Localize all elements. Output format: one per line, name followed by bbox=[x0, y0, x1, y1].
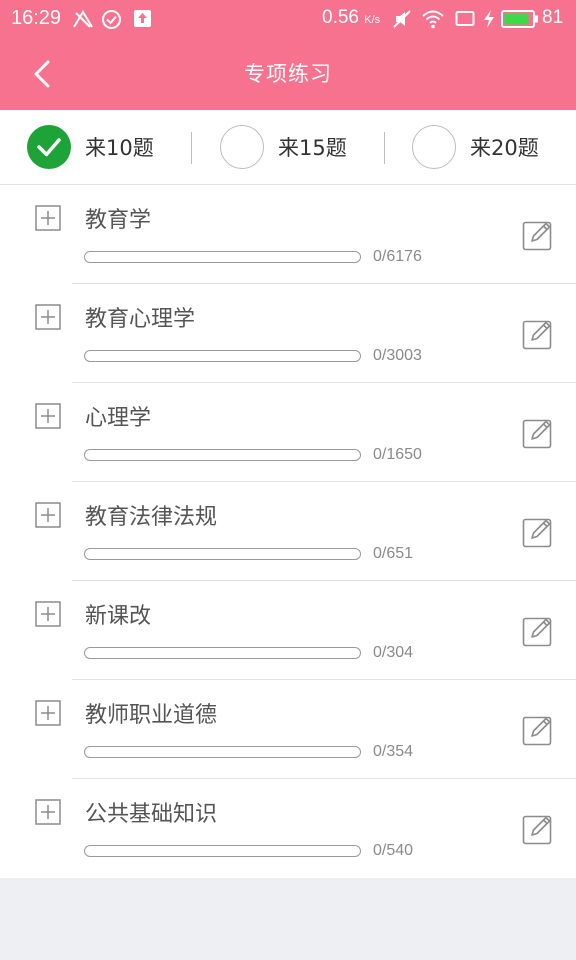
plus-square-icon[interactable] bbox=[35, 799, 61, 825]
subject-item[interactable]: 教师职业道德 0/354 bbox=[0, 680, 576, 779]
edit-icon[interactable] bbox=[522, 714, 554, 746]
net-speed: 0.56 K/s bbox=[322, 7, 380, 29]
sync-icon bbox=[102, 10, 121, 29]
subject-item[interactable]: 新课改 0/304 bbox=[0, 581, 576, 680]
subject-name: 教育学 bbox=[85, 208, 152, 233]
progress-bar bbox=[84, 548, 361, 560]
plus-square-icon[interactable] bbox=[35, 403, 61, 429]
option-label: 来20题 bbox=[470, 136, 539, 160]
progress-bar bbox=[84, 350, 361, 362]
radio-checked[interactable] bbox=[27, 125, 71, 169]
status-bar: 16:29 0.56 K/s 81 bbox=[0, 0, 576, 38]
check-icon bbox=[37, 138, 61, 157]
edit-icon[interactable] bbox=[522, 417, 554, 449]
screen-icon bbox=[455, 11, 475, 26]
subject-name: 心理学 bbox=[85, 406, 152, 431]
subject-name: 教育心理学 bbox=[85, 307, 196, 332]
subject-item[interactable]: 教育法律法规 0/651 bbox=[0, 482, 576, 581]
battery-icon bbox=[501, 10, 538, 28]
subject-name: 新课改 bbox=[85, 604, 152, 629]
subject-name: 教育法律法规 bbox=[85, 505, 218, 530]
progress-count: 0/651 bbox=[373, 545, 414, 562]
subject-item[interactable]: 心理学 0/1650 bbox=[0, 383, 576, 482]
radio-unchecked[interactable] bbox=[412, 125, 456, 169]
plus-square-icon[interactable] bbox=[35, 502, 61, 528]
radio-unchecked[interactable] bbox=[220, 125, 264, 169]
plus-square-icon[interactable] bbox=[35, 601, 61, 627]
edit-icon[interactable] bbox=[522, 219, 554, 251]
status-time: 16:29 bbox=[11, 7, 62, 29]
progress-bar bbox=[84, 647, 361, 659]
divider bbox=[384, 132, 385, 164]
subject-name: 公共基础知识 bbox=[85, 802, 218, 827]
option-10-questions[interactable]: 来10题 bbox=[27, 125, 154, 169]
app-header: 16:29 0.56 K/s 81 专项练习 bbox=[0, 0, 576, 110]
edit-icon[interactable] bbox=[522, 318, 554, 350]
subject-item[interactable]: 教育心理学 0/3003 bbox=[0, 284, 576, 383]
subject-item[interactable]: 教育学 0/6176 bbox=[0, 185, 576, 284]
progress-count: 0/6176 bbox=[373, 248, 422, 265]
edit-icon[interactable] bbox=[522, 615, 554, 647]
option-20-questions[interactable]: 来20题 bbox=[412, 125, 539, 169]
upload-icon bbox=[134, 10, 151, 27]
net-speed-unit: K/s bbox=[364, 14, 381, 26]
subject-list: 教育学 0/6176 教育心理学 0/3003 心理学 0/1650 教育法律法规 0/651… bbox=[0, 185, 576, 878]
plus-square-icon[interactable] bbox=[35, 205, 61, 231]
subject-item[interactable]: 公共基础知识 0/540 bbox=[0, 779, 576, 878]
progress-count: 0/1650 bbox=[373, 446, 422, 463]
progress-count: 0/304 bbox=[373, 644, 414, 661]
charging-icon bbox=[484, 10, 494, 28]
option-15-questions[interactable]: 来15题 bbox=[220, 125, 347, 169]
progress-bar bbox=[84, 251, 361, 263]
plus-square-icon[interactable] bbox=[35, 304, 61, 330]
net-speed-value: 0.56 bbox=[322, 7, 359, 28]
option-label: 来15题 bbox=[278, 136, 347, 160]
question-count-selector: 来10题 来15题 来20题 bbox=[0, 110, 576, 185]
edit-icon[interactable] bbox=[522, 813, 554, 845]
mute-icon bbox=[393, 10, 411, 28]
plus-square-icon[interactable] bbox=[35, 700, 61, 726]
divider bbox=[191, 132, 192, 164]
subject-name: 教师职业道德 bbox=[85, 703, 218, 728]
battery-level: 81 bbox=[542, 7, 564, 28]
progress-bar bbox=[84, 449, 361, 461]
option-label: 来10题 bbox=[85, 136, 154, 160]
edit-icon[interactable] bbox=[522, 516, 554, 548]
progress-count: 0/354 bbox=[373, 743, 414, 760]
progress-count: 0/540 bbox=[373, 842, 414, 859]
progress-bar bbox=[84, 845, 361, 857]
page-title: 专项练习 bbox=[244, 62, 332, 86]
wifi-icon bbox=[422, 10, 444, 29]
progress-bar bbox=[84, 746, 361, 758]
progress-count: 0/3003 bbox=[373, 347, 422, 364]
network-icon bbox=[73, 10, 93, 28]
